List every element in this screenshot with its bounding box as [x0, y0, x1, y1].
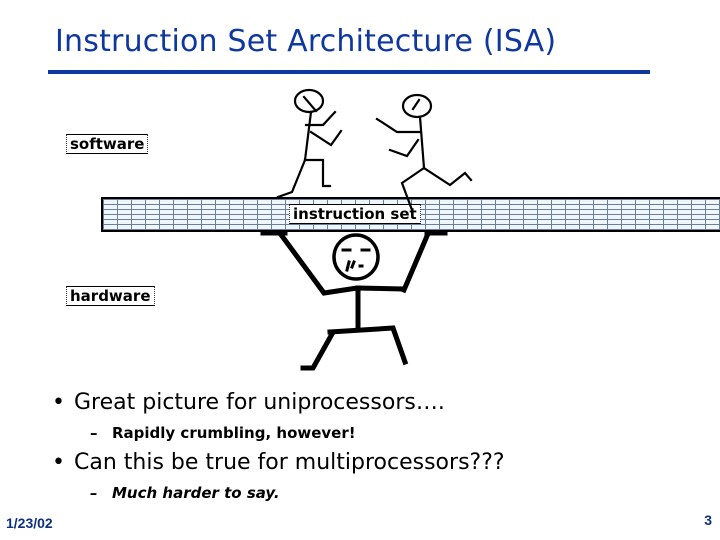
bullet-item: • Can this be true for multiprocessors???: [52, 450, 505, 475]
bullet-item: • Great picture for uniprocessors….: [52, 390, 445, 415]
software-stick-figure-right: [375, 93, 473, 212]
bullet-text: Great picture for uniprocessors….: [74, 390, 445, 415]
software-stick-figure-left: [276, 88, 343, 199]
sub-bullet-item: – Rapidly crumbling, however!: [90, 424, 356, 442]
instruction-set-label: instruction set: [289, 204, 421, 224]
slide-title: Instruction Set Architecture (ISA): [55, 24, 557, 59]
software-label: software: [66, 134, 149, 154]
bullet-text: Can this be true for multiprocessors???: [74, 450, 505, 475]
sub-bullet-text: Much harder to say.: [112, 484, 280, 502]
dash-glyph: –: [90, 424, 98, 442]
sub-bullet-item: – Much harder to say.: [90, 484, 280, 502]
hardware-label: hardware: [66, 286, 155, 306]
bullet-glyph: •: [52, 390, 65, 415]
sub-bullet-text: Rapidly crumbling, however!: [112, 424, 356, 442]
page-number: 3: [704, 512, 712, 528]
bullet-glyph: •: [52, 450, 65, 475]
title-underline: [48, 70, 650, 74]
dash-glyph: –: [90, 484, 98, 502]
footer-date: 1/23/02: [6, 515, 53, 531]
hardware-stick-figure: [260, 230, 448, 371]
